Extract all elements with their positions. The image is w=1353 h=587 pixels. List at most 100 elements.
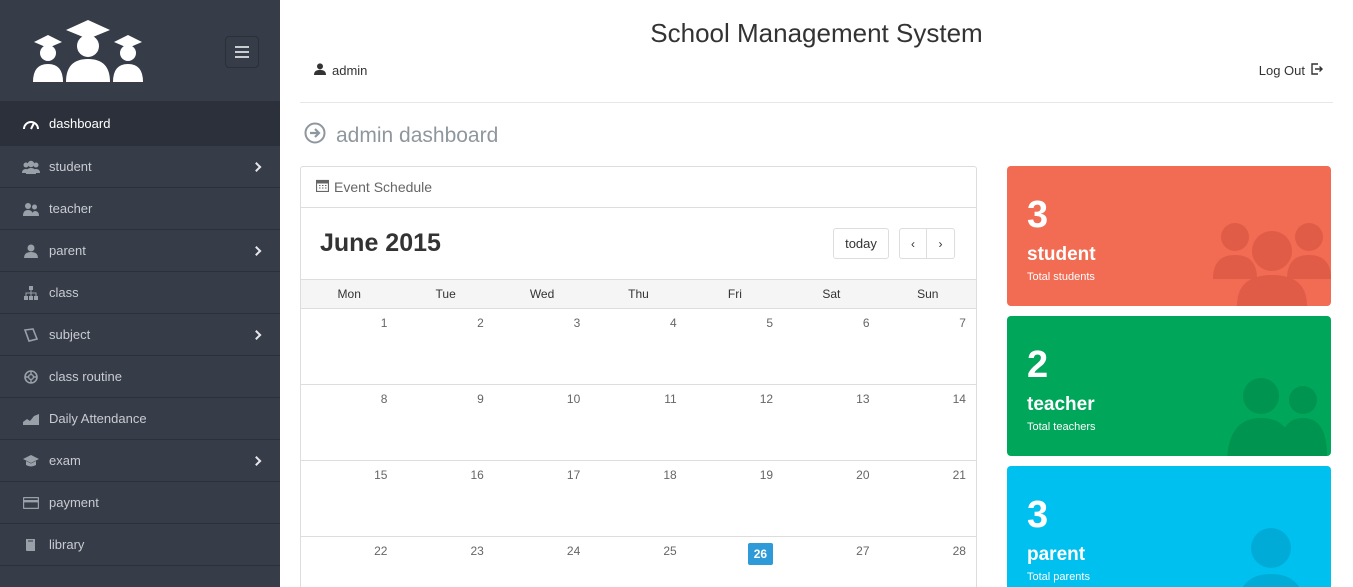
sidebar-item-subject[interactable]: subject: [0, 314, 280, 356]
chevron-right-icon: [251, 245, 262, 256]
stat-count: 3: [1027, 194, 1049, 236]
weekday-header: Mon Tue Wed Thu Fri Sat Sun: [301, 279, 976, 309]
sidebar-item-payment[interactable]: payment: [0, 482, 280, 524]
credit-card-icon: [22, 495, 40, 511]
calendar-day[interactable]: 6: [783, 309, 879, 384]
calendar-nav: ‹ ›: [899, 228, 955, 259]
calendar-day[interactable]: 22: [301, 537, 397, 587]
calendar-week: 1 2 3 4 5 6 7: [301, 309, 976, 385]
sidebar-item-class-routine[interactable]: class routine: [0, 356, 280, 398]
calendar-week: 22 23 24 25 26 27 28: [301, 537, 976, 587]
today-badge: 26: [747, 543, 774, 565]
sidebar-item-label: library: [49, 537, 85, 552]
calendar-week: 8 9 10 11 12 13 14: [301, 385, 976, 461]
sitemap-icon: [22, 285, 40, 301]
chart-area-icon: [22, 411, 40, 427]
stat-label: teacher: [1027, 394, 1095, 415]
calendar-week: 15 16 17 18 19 20 21: [301, 461, 976, 537]
weekday-label: Fri: [727, 287, 742, 301]
calendar-day[interactable]: 20: [783, 461, 879, 536]
page-title: admin dashboard: [336, 124, 499, 147]
calendar-day[interactable]: 7: [880, 309, 976, 384]
chevron-right-icon: [251, 455, 262, 466]
hamburger-icon: [235, 46, 249, 58]
calendar-day[interactable]: 10: [494, 385, 590, 460]
calendar-day[interactable]: 9: [397, 385, 493, 460]
calendar-day[interactable]: 23: [397, 537, 493, 587]
calendar-day[interactable]: 3: [494, 309, 590, 384]
weekday-label: Wed: [529, 287, 555, 301]
calendar-day-today[interactable]: 26: [687, 537, 783, 587]
calendar-day[interactable]: 2: [397, 309, 493, 384]
sidebar-item-daily-attendance[interactable]: Daily Attendance: [0, 398, 280, 440]
calendar-day[interactable]: 17: [494, 461, 590, 536]
sidebar-item-label: class: [49, 285, 79, 300]
user-menu[interactable]: admin: [314, 63, 367, 78]
sidebar-item-student[interactable]: student: [0, 146, 280, 188]
calendar-day[interactable]: 14: [880, 385, 976, 460]
calendar-icon: [315, 179, 330, 195]
chevron-right-icon: [251, 329, 262, 340]
app-title: School Management System: [650, 18, 983, 48]
parent-stat-card[interactable]: 3 parent Total parents: [1007, 466, 1331, 587]
stat-count: 2: [1027, 344, 1049, 386]
stat-subtitle: Total teachers: [1027, 421, 1096, 433]
user-icon: [1242, 528, 1300, 587]
page-heading: admin dashboard: [304, 122, 498, 150]
sidebar-item-library[interactable]: library: [0, 524, 280, 566]
sidebar-item-exam[interactable]: exam: [0, 440, 280, 482]
event-schedule-panel: Event Schedule June 2015 today ‹ › Mon T…: [300, 166, 977, 587]
teacher-stat-card[interactable]: 2 teacher Total teachers: [1007, 316, 1331, 456]
calendar-day[interactable]: 21: [880, 461, 976, 536]
calendar-day[interactable]: 1: [301, 309, 397, 384]
calendar-day[interactable]: 28: [880, 537, 976, 587]
sidebar-item-label: parent: [49, 243, 86, 258]
sidebar-item-label: Daily Attendance: [49, 411, 147, 426]
calendar-day[interactable]: 4: [590, 309, 686, 384]
menu-toggle-button[interactable]: [225, 36, 259, 68]
sidebar-item-teacher[interactable]: teacher: [0, 188, 280, 230]
logout-link[interactable]: Log Out: [1259, 63, 1323, 78]
calendar-day[interactable]: 27: [783, 537, 879, 587]
calendar-day[interactable]: 8: [301, 385, 397, 460]
calendar-day[interactable]: 19: [687, 461, 783, 536]
book-icon: [22, 327, 40, 343]
calendar-day[interactable]: 25: [590, 537, 686, 587]
sign-out-icon: [1311, 63, 1323, 78]
user-group-icon: [1227, 378, 1327, 456]
sidebar-item-dashboard[interactable]: dashboard: [0, 102, 280, 146]
panel-header: Event Schedule: [301, 167, 976, 208]
sidebar-item-label: exam: [49, 453, 81, 468]
stat-subtitle: Total students: [1027, 271, 1095, 283]
users-icon: [22, 159, 40, 175]
weekday-label: Sun: [917, 287, 939, 301]
dashboard-icon: [22, 116, 40, 132]
calendar-day[interactable]: 18: [590, 461, 686, 536]
calendar-day[interactable]: 24: [494, 537, 590, 587]
calendar-day[interactable]: 16: [397, 461, 493, 536]
weekday-label: Sat: [822, 287, 841, 301]
next-month-button[interactable]: ›: [927, 228, 955, 259]
main-content: School Management System admin Log Out a…: [280, 0, 1353, 587]
calendar-day[interactable]: 5: [687, 309, 783, 384]
chevron-right-icon: [251, 161, 262, 172]
stat-subtitle: Total parents: [1027, 571, 1090, 583]
sidebar-item-label: payment: [49, 495, 99, 510]
school-logo-icon: [33, 20, 143, 82]
calendar-day[interactable]: 11: [590, 385, 686, 460]
book-icon: [22, 537, 40, 553]
user-name: admin: [332, 63, 368, 78]
sidebar-item-parent[interactable]: parent: [0, 230, 280, 272]
today-button[interactable]: today: [833, 228, 889, 259]
calendar-day[interactable]: 12: [687, 385, 783, 460]
prev-month-button[interactable]: ‹: [899, 228, 927, 259]
brand: [0, 0, 280, 102]
calendar-day[interactable]: 13: [783, 385, 879, 460]
student-stat-card[interactable]: 3 student Total students: [1007, 166, 1331, 306]
panel-title: Event Schedule: [334, 179, 433, 195]
sidebar-item-class[interactable]: class: [0, 272, 280, 314]
calendar-day[interactable]: 15: [301, 461, 397, 536]
sidebar-item-label: dashboard: [49, 116, 111, 131]
sidebar: dashboard student teacher parent class s…: [0, 0, 280, 587]
header-divider: [300, 102, 1333, 103]
